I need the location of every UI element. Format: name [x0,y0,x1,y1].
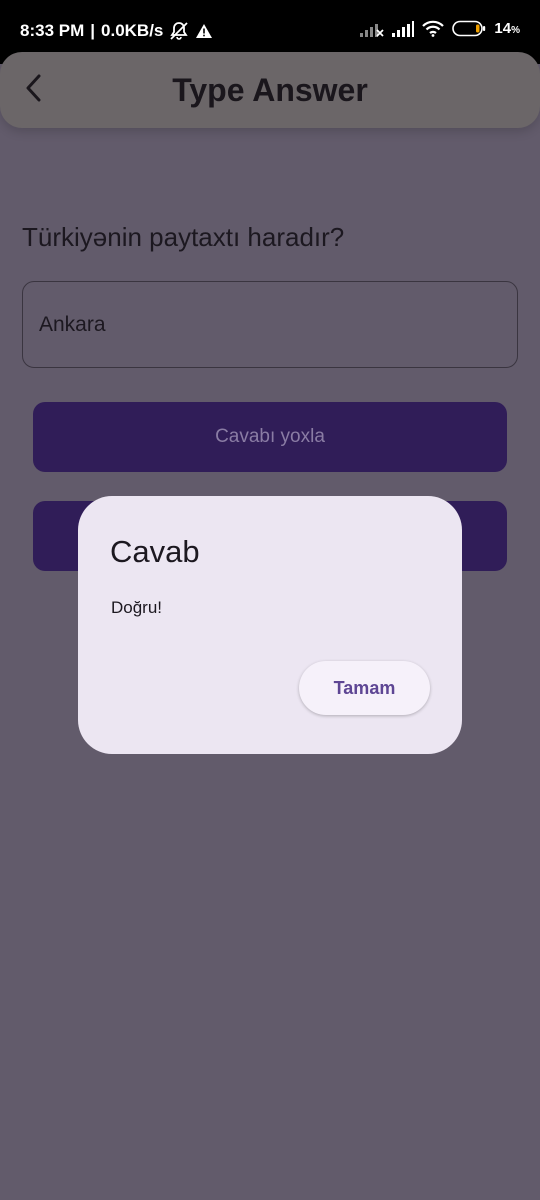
status-time: 8:33 PM [20,21,85,40]
signal-icon [392,20,415,37]
battery-level: 14% [494,20,520,37]
question-text: Türkiyənin paytaxtı haradır? [22,222,345,252]
battery-icon [452,20,486,37]
dialog-message: Doğru! [111,598,163,617]
answer-input[interactable] [22,281,518,368]
status-right: 14% [360,20,520,37]
warning-icon [195,23,213,39]
dialog-title: Cavab [110,534,200,569]
dialog-ok-button[interactable]: Tamam [299,661,430,715]
status-separator: | [90,21,96,40]
status-speed: 0.0KB/s [101,21,164,40]
answer-dialog: Cavab Doğru! Tamam [78,496,462,754]
bell-off-icon [169,21,189,41]
app-bar: Type Answer [0,52,540,128]
page-title: Type Answer [172,72,368,108]
check-answer-button[interactable]: Cavabı yoxla [33,402,507,472]
wifi-icon [422,20,445,37]
signal-no-icon [360,21,385,37]
status-left: 8:33 PM | 0.0KB/s [20,21,213,41]
